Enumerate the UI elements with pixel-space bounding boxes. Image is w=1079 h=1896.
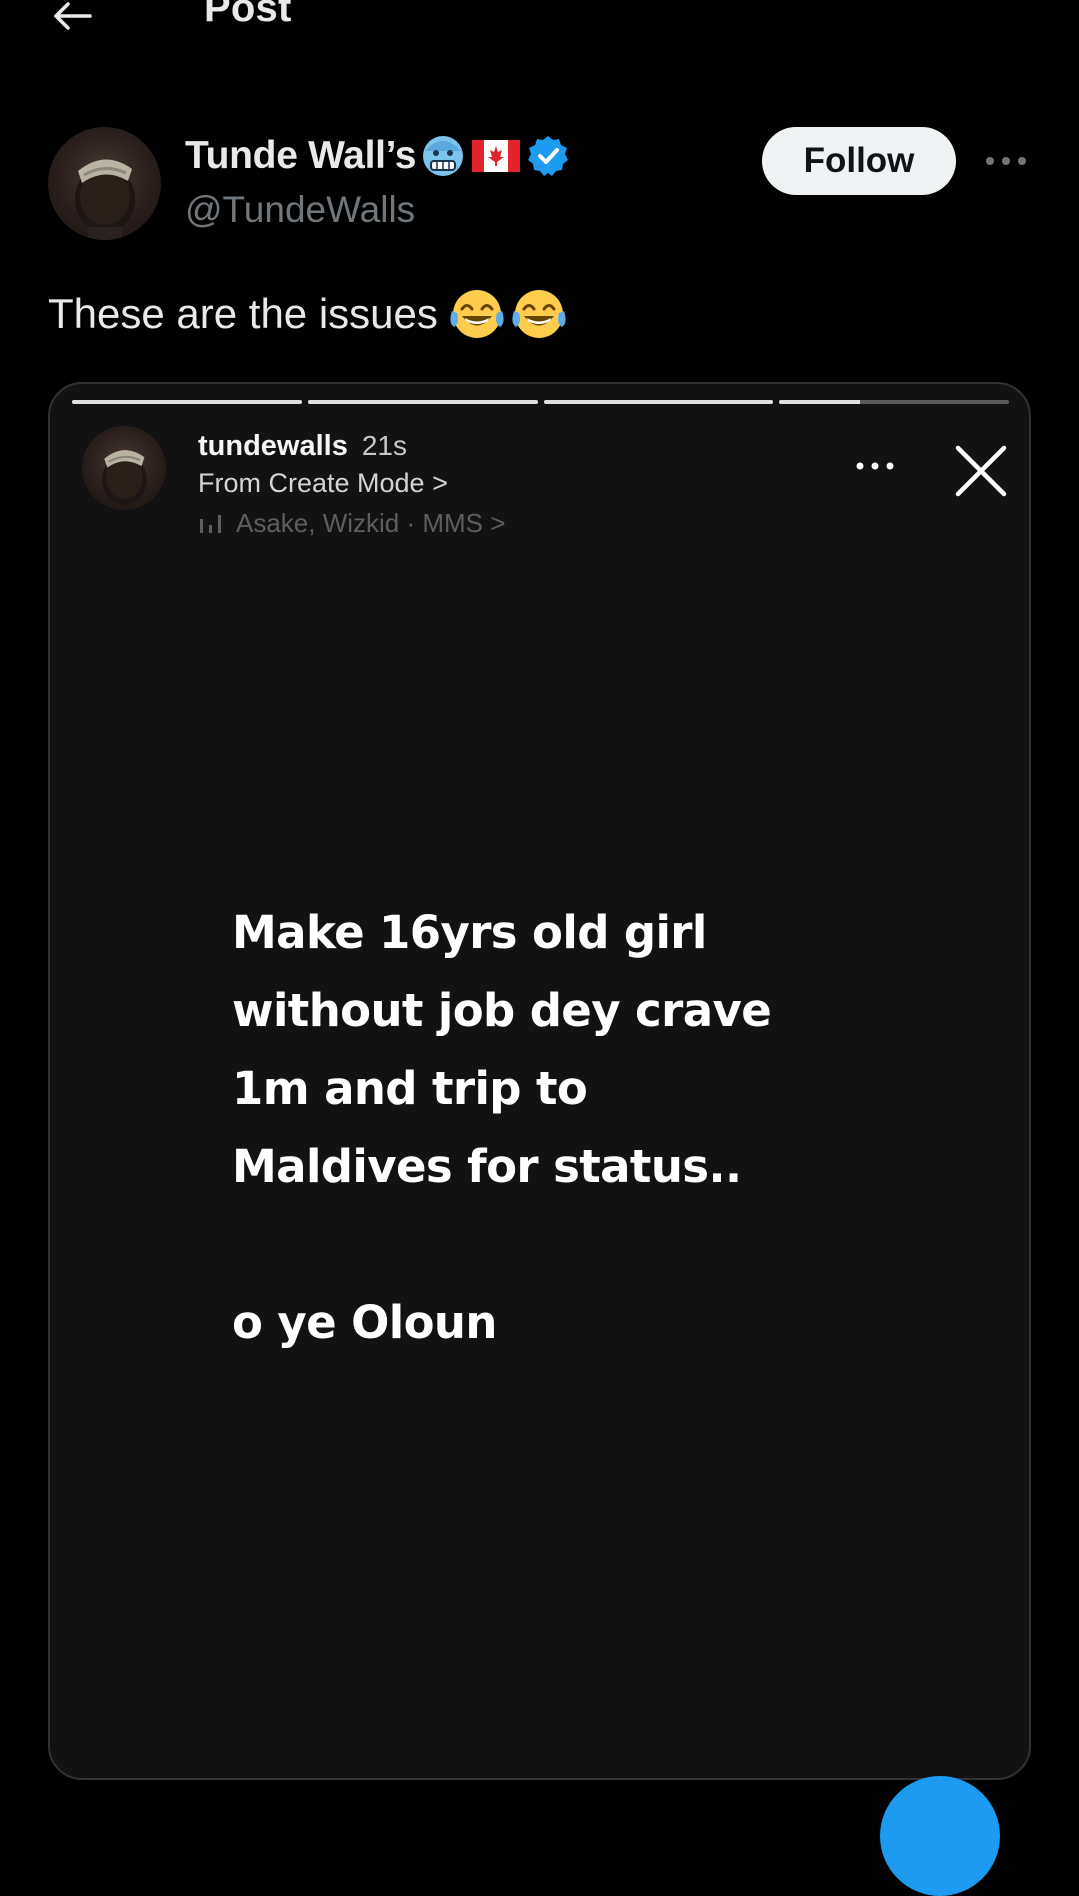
arrow-left-icon	[54, 2, 92, 30]
story-timestamp: 21s	[361, 430, 408, 461]
follow-button[interactable]: Follow	[762, 127, 956, 195]
tweet-text: These are the issues	[48, 290, 438, 337]
story-text-line: Maldives for status..	[232, 1140, 742, 1193]
more-horizontal-icon	[986, 157, 1026, 165]
story-more-icon	[850, 454, 900, 478]
verified-badge-icon[interactable]	[526, 134, 570, 178]
display-name[interactable]: Tunde Wall’s	[185, 134, 416, 178]
compose-fab-button[interactable]	[880, 1776, 1000, 1896]
story-text-line: o ye Oloun	[232, 1296, 497, 1349]
story-progress-segment	[543, 400, 774, 404]
story-music-text: Asake, Wizkid · MMS >	[236, 508, 506, 538]
page-title: Post	[204, 0, 292, 30]
story-source-label: From Create Mode >	[198, 468, 448, 498]
author-handle[interactable]: @TundeWalls	[185, 189, 415, 231]
story-close-icon	[952, 442, 1010, 500]
display-name-row: Tunde Wall’s	[185, 130, 570, 182]
story-music-label: Asake, Wizkid · MMS >	[198, 508, 505, 539]
more-options-button[interactable]	[982, 146, 1030, 176]
story-text-line: 1m and trip to	[232, 1062, 588, 1115]
tears-of-joy-emoji-icon	[450, 290, 504, 338]
story-text: Make 16yrs old girl without job dey crav…	[232, 894, 992, 1362]
tweet-text-row: These are the issues	[48, 284, 568, 344]
story-username: tundewalls	[198, 430, 348, 462]
story-progress-segment	[72, 400, 302, 404]
audio-bars-icon	[200, 514, 221, 533]
author-avatar[interactable]	[48, 127, 161, 240]
story-progress-bar	[72, 400, 1009, 404]
tears-of-joy-emoji-icon	[512, 290, 566, 338]
media-image[interactable]: tundewalls 21s From Create Mode > Asake,…	[48, 382, 1031, 1780]
story-text-blank-line	[232, 1206, 992, 1284]
cold-face-emoji-icon	[423, 136, 464, 176]
story-text-line: without job dey crave	[232, 984, 772, 1037]
canada-flag-icon	[472, 140, 521, 172]
story-avatar	[82, 426, 166, 510]
story-user-row: tundewalls 21s	[198, 430, 407, 466]
top-bar: Post	[0, 0, 1079, 60]
story-progress-segment	[307, 400, 538, 404]
story-text-line: Make 16yrs old girl	[232, 906, 707, 959]
story-progress-segment	[779, 400, 1009, 404]
back-button[interactable]	[44, 0, 100, 38]
